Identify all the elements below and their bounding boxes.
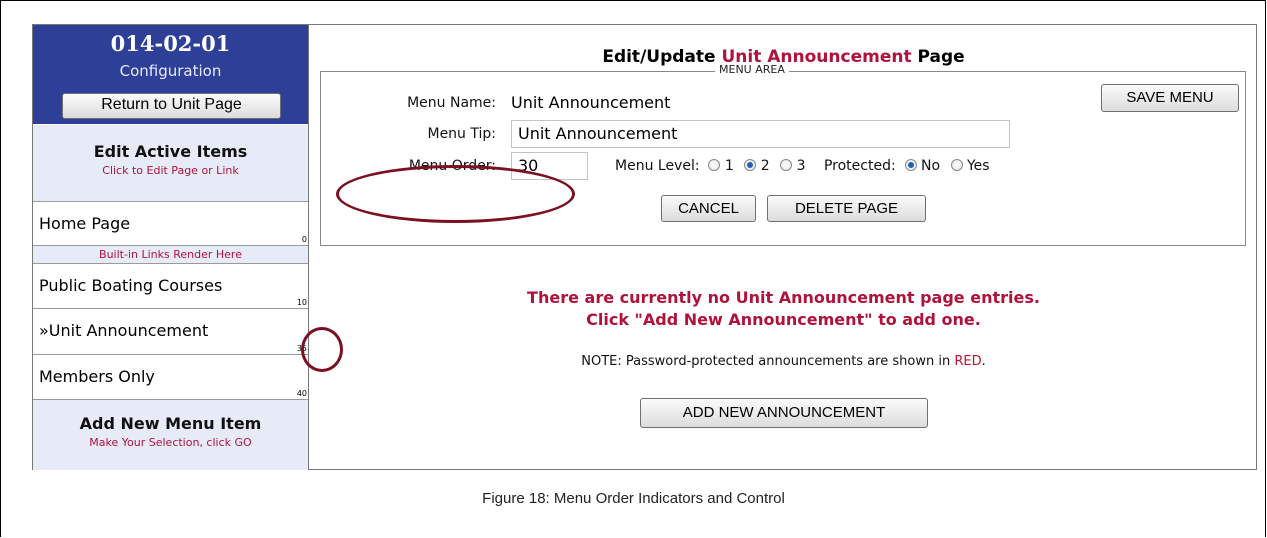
- note-suffix: .: [981, 354, 986, 369]
- unit-subtitle: Configuration: [119, 62, 222, 80]
- protected-option-label: Yes: [966, 158, 990, 174]
- menu-name-label: Menu Name:: [407, 95, 496, 111]
- add-new-menu-hint: Make Your Selection, click GO: [89, 436, 252, 449]
- page-title-prefix: Edit/Update: [602, 47, 722, 67]
- menu-order-indicator: 0: [301, 235, 307, 244]
- app-window: 014-02-01 Configuration Return to Unit P…: [32, 24, 1257, 470]
- menu-order-indicator: 10: [296, 298, 307, 307]
- sidebar: 014-02-01 Configuration Return to Unit P…: [33, 25, 309, 470]
- protected-label: Protected:: [823, 158, 896, 174]
- sidebar-item-members-only[interactable]: Members Only 40: [33, 354, 308, 399]
- protected-option-label: No: [921, 158, 941, 174]
- menu-level-radio-1[interactable]: [708, 159, 721, 171]
- annotation-ellipse-menu-order: [336, 165, 575, 223]
- edit-active-section: Edit Active Items Click to Edit Page or …: [33, 124, 308, 202]
- annotation-ellipse-order-indicator: [301, 327, 343, 372]
- unit-code: 014-02-01: [110, 31, 231, 56]
- add-new-announcement-button[interactable]: ADD NEW ANNOUNCEMENT: [640, 398, 928, 428]
- menu-area-legend: MENU AREA: [715, 63, 789, 76]
- page-title-suffix: Page: [911, 47, 965, 67]
- sidebar-item-label: Members Only: [39, 367, 155, 386]
- sidebar-item-label: Home Page: [39, 214, 131, 233]
- save-menu-button[interactable]: SAVE MENU: [1101, 84, 1239, 112]
- sidebar-item-public-boating-courses[interactable]: Public Boating Courses 10: [33, 263, 308, 308]
- menu-level-radio-3[interactable]: [780, 159, 793, 171]
- return-to-unit-button[interactable]: Return to Unit Page: [62, 93, 281, 119]
- menu-level-protected-row: Menu Level: 1 2 3 Protected: No Yes: [615, 158, 990, 174]
- protected-radio-yes[interactable]: [950, 159, 963, 171]
- menu-level-radio-2[interactable]: [744, 159, 757, 171]
- delete-page-button[interactable]: DELETE PAGE: [767, 195, 926, 222]
- add-new-menu-section: Add New Menu Item Make Your Selection, c…: [33, 399, 308, 470]
- edit-active-hint: Click to Edit Page or Link: [102, 164, 239, 177]
- empty-state-line-1: There are currently no Unit Announcement…: [527, 288, 1040, 307]
- empty-state-message: There are currently no Unit Announcement…: [309, 287, 1258, 331]
- menu-tip-label: Menu Tip:: [427, 126, 496, 142]
- figure-caption: Figure 18: Menu Order Indicators and Con…: [482, 490, 785, 507]
- sidebar-item-unit-announcement[interactable]: »Unit Announcement 35: [33, 308, 308, 354]
- note-red-word: RED: [954, 354, 982, 369]
- note-text: NOTE: Password-protected announcements a…: [581, 354, 955, 369]
- empty-state-line-2: Click "Add New Announcement" to add one.: [586, 310, 981, 329]
- menu-level-option-label: 2: [760, 158, 770, 174]
- builtin-links-note: Built-in Links Render Here: [33, 245, 308, 263]
- menu-name-value: Unit Announcement: [511, 93, 671, 112]
- password-note: NOTE: Password-protected announcements a…: [309, 354, 1258, 369]
- cancel-button[interactable]: CANCEL: [661, 195, 756, 222]
- menu-level-option-label: 1: [724, 158, 734, 174]
- add-new-menu-heading: Add New Menu Item: [79, 414, 262, 433]
- menu-order-indicator: 40: [296, 389, 307, 398]
- menu-level-option-label: 3: [796, 158, 806, 174]
- menu-tip-input[interactable]: Unit Announcement: [511, 120, 1010, 148]
- menu-level-label: Menu Level:: [615, 158, 700, 174]
- edit-active-heading: Edit Active Items: [93, 142, 248, 161]
- sidebar-item-label: Public Boating Courses: [39, 276, 223, 295]
- sidebar-item-label: »Unit Announcement: [39, 321, 209, 340]
- protected-radio-no[interactable]: [904, 159, 917, 171]
- sidebar-header: 014-02-01 Configuration Return to Unit P…: [33, 25, 308, 124]
- sidebar-item-home-page[interactable]: Home Page 0: [33, 201, 308, 245]
